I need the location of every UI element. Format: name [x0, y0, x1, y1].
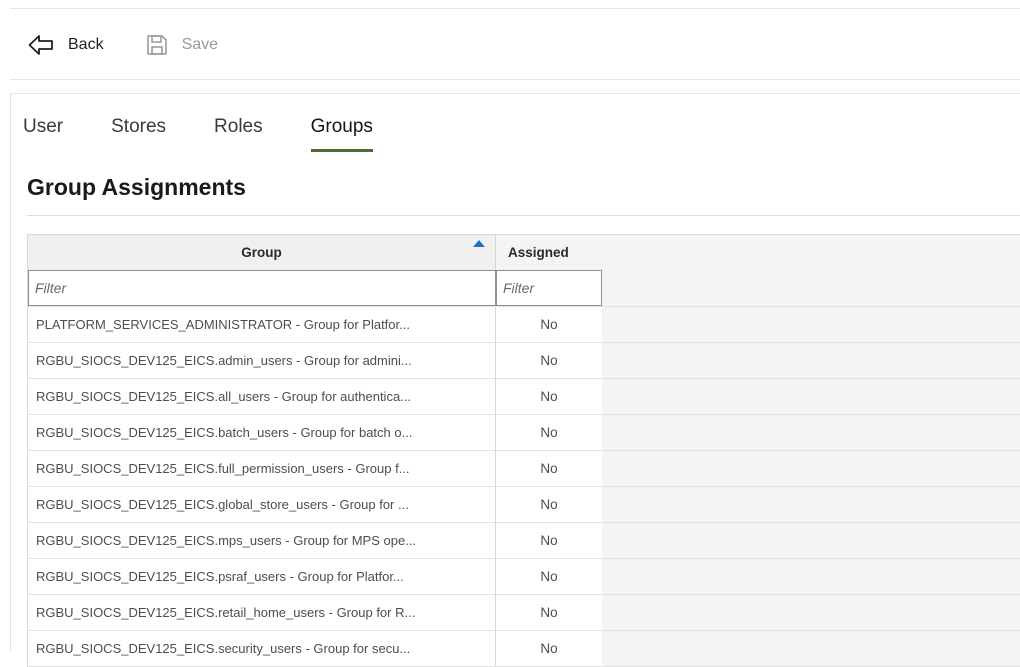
column-header-assigned[interactable]: Assigned: [496, 235, 602, 270]
row-filler: [602, 379, 1020, 414]
tab-user[interactable]: User: [23, 116, 63, 152]
save-button[interactable]: Save: [144, 32, 218, 58]
group-cell: RGBU_SIOCS_DEV125_EICS.security_users - …: [28, 631, 496, 666]
toolbar-divider: [10, 79, 1020, 80]
group-cell: RGBU_SIOCS_DEV125_EICS.global_store_user…: [28, 487, 496, 522]
tab-groups[interactable]: Groups: [310, 116, 374, 152]
table-row[interactable]: RGBU_SIOCS_DEV125_EICS.security_users - …: [28, 631, 1020, 667]
group-filter-input[interactable]: [28, 270, 496, 306]
filter-row: [28, 270, 1020, 307]
row-filler: [602, 631, 1020, 666]
column-header-group-label: Group: [241, 245, 282, 260]
assigned-cell[interactable]: No: [496, 559, 602, 594]
assigned-cell[interactable]: No: [496, 631, 602, 666]
arrow-left-outline-icon: [28, 32, 54, 58]
back-label: Back: [68, 36, 104, 53]
floppy-disk-icon: [144, 32, 170, 58]
assigned-cell[interactable]: No: [496, 379, 602, 414]
table-row[interactable]: RGBU_SIOCS_DEV125_EICS.mps_users - Group…: [28, 523, 1020, 559]
assigned-filter-input[interactable]: [496, 270, 602, 306]
row-filler: [602, 307, 1020, 342]
tab-bar: User Stores Roles Groups: [23, 116, 421, 152]
table-row[interactable]: RGBU_SIOCS_DEV125_EICS.retail_home_users…: [28, 595, 1020, 631]
table-row[interactable]: RGBU_SIOCS_DEV125_EICS.global_store_user…: [28, 487, 1020, 523]
assigned-cell[interactable]: No: [496, 415, 602, 450]
table-row[interactable]: RGBU_SIOCS_DEV125_EICS.psraf_users - Gro…: [28, 559, 1020, 595]
sort-ascending-icon[interactable]: [473, 240, 485, 247]
toolbar: Back Save: [28, 28, 218, 62]
tab-stores[interactable]: Stores: [111, 116, 166, 152]
assigned-cell[interactable]: No: [496, 451, 602, 486]
group-cell: RGBU_SIOCS_DEV125_EICS.all_users - Group…: [28, 379, 496, 414]
group-cell: RGBU_SIOCS_DEV125_EICS.full_permission_u…: [28, 451, 496, 486]
filter-filler: [602, 270, 1020, 306]
group-cell: PLATFORM_SERVICES_ADMINISTRATOR - Group …: [28, 307, 496, 342]
assigned-cell[interactable]: No: [496, 343, 602, 378]
row-filler: [602, 595, 1020, 630]
group-assignments-table: Group Assigned PLATFORM_SERVICES_ADMINIS…: [27, 234, 1020, 667]
table-row[interactable]: RGBU_SIOCS_DEV125_EICS.batch_users - Gro…: [28, 415, 1020, 451]
save-label: Save: [181, 36, 219, 53]
assigned-filter-cell: [496, 270, 602, 306]
group-cell: RGBU_SIOCS_DEV125_EICS.mps_users - Group…: [28, 523, 496, 558]
row-filler: [602, 559, 1020, 594]
content-panel: User Stores Roles Groups Group Assignmen…: [10, 93, 1020, 667]
column-header-group[interactable]: Group: [28, 235, 496, 270]
assigned-cell[interactable]: No: [496, 487, 602, 522]
group-filter-cell: [28, 270, 496, 306]
group-cell: RGBU_SIOCS_DEV125_EICS.psraf_users - Gro…: [28, 559, 496, 594]
row-filler: [602, 415, 1020, 450]
row-filler: [602, 451, 1020, 486]
table-row[interactable]: RGBU_SIOCS_DEV125_EICS.admin_users - Gro…: [28, 343, 1020, 379]
back-button[interactable]: Back: [28, 32, 104, 58]
group-cell: RGBU_SIOCS_DEV125_EICS.batch_users - Gro…: [28, 415, 496, 450]
table-row[interactable]: PLATFORM_SERVICES_ADMINISTRATOR - Group …: [28, 307, 1020, 343]
row-filler: [602, 487, 1020, 522]
top-divider: [10, 8, 1020, 9]
assigned-cell[interactable]: No: [496, 523, 602, 558]
tab-roles[interactable]: Roles: [214, 116, 263, 152]
page-title: Group Assignments: [27, 174, 246, 200]
column-header-assigned-label: Assigned: [508, 245, 569, 260]
row-filler: [602, 343, 1020, 378]
table-header-row: Group Assigned: [28, 235, 1020, 270]
assigned-cell[interactable]: No: [496, 595, 602, 630]
assigned-cell[interactable]: No: [496, 307, 602, 342]
group-cell: RGBU_SIOCS_DEV125_EICS.retail_home_users…: [28, 595, 496, 630]
header-filler: [602, 235, 1020, 270]
table-row[interactable]: RGBU_SIOCS_DEV125_EICS.full_permission_u…: [28, 451, 1020, 487]
table-row[interactable]: RGBU_SIOCS_DEV125_EICS.all_users - Group…: [28, 379, 1020, 415]
group-cell: RGBU_SIOCS_DEV125_EICS.admin_users - Gro…: [28, 343, 496, 378]
row-filler: [602, 523, 1020, 558]
section-divider: [27, 215, 1020, 216]
